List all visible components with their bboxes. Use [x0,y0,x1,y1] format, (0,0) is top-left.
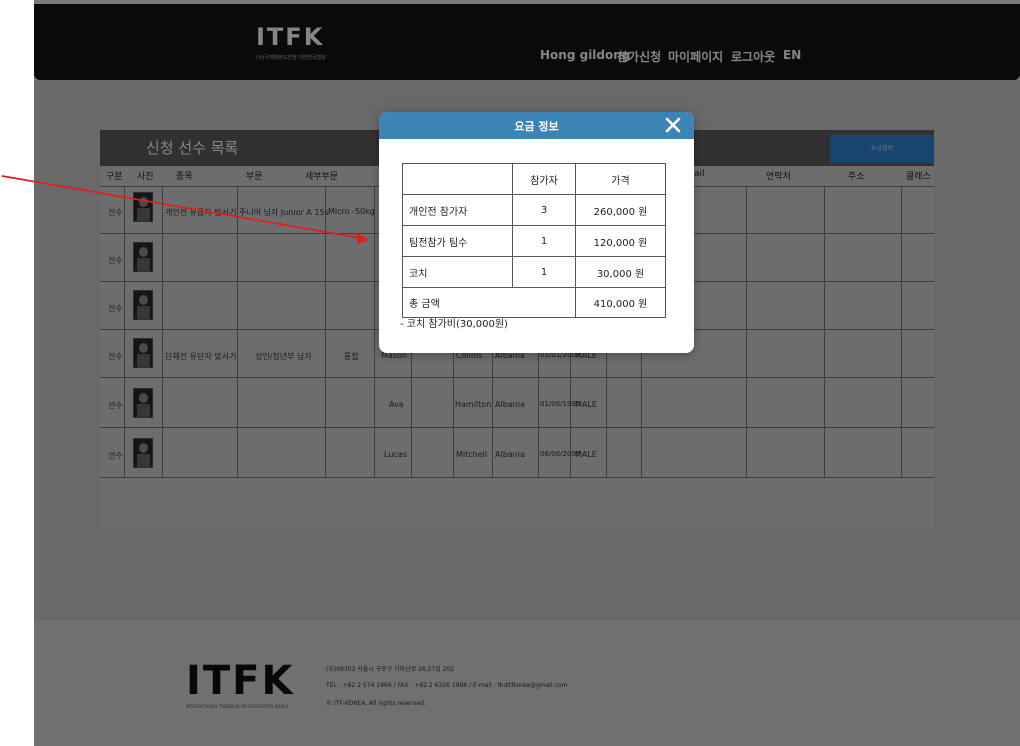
fee-total-price: 410,000 원 [575,287,666,318]
fee-info-modal: 요금 정보 참가자 가격 개인전 참가자 3 260,000 원 팀전참가 팀수… [379,112,694,353]
fee-row-price: 260,000 원 [575,194,666,226]
fee-row-label: 팀전참가 팀수 [402,225,513,257]
fee-row-count: 1 [512,256,576,288]
fee-row: 코치 1 30,000 원 [402,256,666,288]
fee-total-row: 총 금액 410,000 원 [402,287,666,318]
fee-row-price: 30,000 원 [575,256,666,288]
fee-row-count: 3 [512,194,576,226]
modal-header: 요금 정보 [379,112,694,139]
fee-row: 개인전 참가자 3 260,000 원 [402,194,666,226]
fee-row-label: 개인전 참가자 [402,194,513,226]
fee-header-blank [402,163,513,195]
fee-row-count: 1 [512,225,576,257]
fee-row-label: 코치 [402,256,513,288]
fee-header-participants: 참가자 [512,163,576,195]
fee-row: 팀전참가 팀수 1 120,000 원 [402,225,666,257]
page: ITFK (사)국제태권도연맹 대한민국협회 Hong gildong 참가신청… [0,0,1020,746]
fee-row-price: 120,000 원 [575,225,666,257]
fee-table-header-row: 참가자 가격 [402,163,666,195]
modal-title: 요금 정보 [514,120,559,133]
fee-table: 참가자 가격 개인전 참가자 3 260,000 원 팀전참가 팀수 1 120… [402,163,666,318]
fee-header-price: 가격 [575,163,666,195]
close-icon[interactable] [665,117,681,133]
coach-fee-note: - 코치 참가비(30,000원) [400,319,508,330]
fee-total-label: 총 금액 [402,287,576,318]
